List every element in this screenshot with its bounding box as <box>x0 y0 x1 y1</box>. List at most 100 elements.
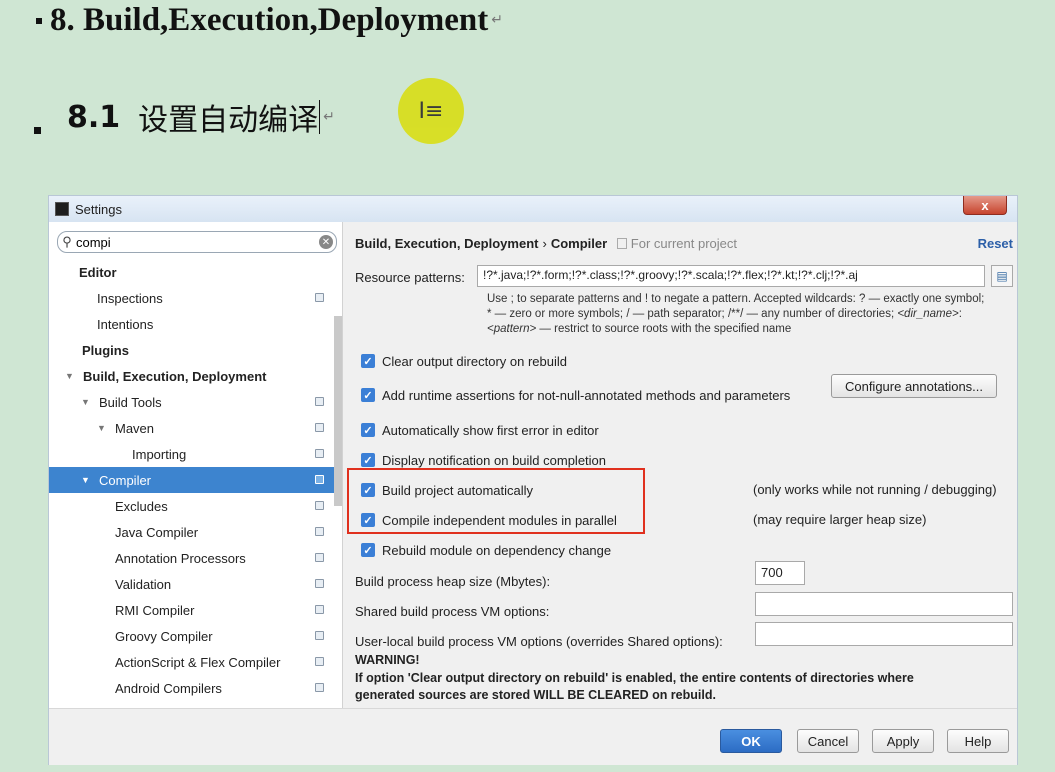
project-settings-icon <box>315 527 324 536</box>
slide-title-text: 8. Build,Execution,Deployment <box>50 2 489 38</box>
tree-item-label: Validation <box>115 576 172 592</box>
runtime-assertions-checkbox[interactable]: ✓ Add runtime assertions for not-null-ann… <box>361 385 790 405</box>
warning-text: If option 'Clear output directory on reb… <box>355 670 914 685</box>
configure-annotations-button[interactable]: Configure annotations... <box>831 374 997 398</box>
warning-text: generated sources are stored WILL BE CLE… <box>355 688 716 702</box>
checkbox-checked-icon[interactable]: ✓ <box>361 388 375 402</box>
hint-line: Use ; to separate patterns and ! to nega… <box>487 293 985 305</box>
heap-size-label: Build process heap size (Mbytes): <box>355 574 551 589</box>
project-settings-icon <box>315 449 324 458</box>
tree-item-label: Build Tools <box>99 394 162 410</box>
show-first-error-checkbox[interactable]: ✓ Automatically show first error in edito… <box>361 420 599 440</box>
checkbox-checked-icon[interactable]: ✓ <box>361 453 375 467</box>
checkbox-label: Automatically show first error in editor <box>382 422 599 438</box>
checkbox-checked-icon[interactable]: ✓ <box>361 543 375 557</box>
resource-patterns-hint: Use ; to separate patterns and ! to nega… <box>487 292 1017 337</box>
tree-item-label: Annotation Processors <box>115 550 246 566</box>
tree-item[interactable]: Annotation Processors <box>49 545 342 571</box>
bullet-marker <box>36 17 42 24</box>
heap-size-input[interactable]: 700 <box>755 561 805 585</box>
checkbox-label: Display notification on build completion <box>382 452 607 468</box>
subtitle-text: 设置自动编译 <box>138 103 319 138</box>
tree-item[interactable]: Plugins <box>49 337 342 363</box>
expand-arrow-icon[interactable]: ▼ <box>97 423 109 433</box>
hint-text: : <box>958 308 962 320</box>
tree-item[interactable]: RMI Compiler <box>49 597 342 623</box>
tree-item[interactable]: Importing <box>49 441 342 467</box>
text-caret <box>319 100 321 134</box>
breadcrumb-item-current: Compiler <box>550 236 608 251</box>
tree-item[interactable]: ▼ Compiler <box>49 467 342 493</box>
breadcrumb: Build, Execution, Deployment › Compiler Fo… <box>355 236 737 251</box>
build-auto-note: (only works while not running / debuggin… <box>753 482 997 497</box>
search-icon: ⚲ <box>62 234 72 249</box>
tree-item[interactable]: Android Compilers <box>49 675 342 701</box>
settings-search[interactable]: ⚲ ✕ <box>57 231 337 253</box>
tree-item[interactable]: Validation <box>49 571 342 597</box>
tree-item[interactable]: Editor <box>49 259 342 285</box>
project-settings-icon <box>315 631 324 640</box>
expand-arrow-icon[interactable]: ▼ <box>81 397 93 407</box>
hint-line: * — zero or more symbols; / — path separ… <box>487 307 1017 322</box>
expand-arrow-icon[interactable]: ▼ <box>65 371 77 381</box>
project-settings-icon <box>315 553 324 562</box>
clear-output-checkbox[interactable]: ✓ Clear output directory on rebuild <box>361 351 567 371</box>
rebuild-warning: WARNING! If option 'Clear output directo… <box>355 652 995 705</box>
tree-item[interactable]: Kotlin Compiler <box>49 701 342 709</box>
compiler-settings-panel: Build, Execution, Deployment › Compiler Fo… <box>353 222 1017 708</box>
cancel-button[interactable]: Cancel <box>797 729 859 753</box>
shared-vm-options-input[interactable] <box>755 592 1013 616</box>
tree-item-label: Maven <box>115 420 155 436</box>
rebuild-on-dependency-checkbox[interactable]: ✓ Rebuild module on dependency change <box>361 540 611 560</box>
checkbox-label: Clear output directory on rebuild <box>382 353 567 369</box>
close-button[interactable]: x <box>963 196 1007 215</box>
tree-item[interactable]: ▼ Build Tools <box>49 389 342 415</box>
tree-item-label: Android Compilers <box>115 680 222 696</box>
parallel-note: (may require larger heap size) <box>753 512 927 527</box>
sidebar-scrollbar[interactable] <box>334 316 342 506</box>
hint-text: — restrict to source roots with the spec… <box>536 323 792 335</box>
tree-item[interactable]: Intentions <box>49 311 342 337</box>
tree-item[interactable]: ▼ Maven <box>49 415 342 441</box>
breadcrumb-item: Build, Execution, Deployment <box>355 236 539 251</box>
settings-dialog: Settings x ⚲ ✕ Editor Inspections Intentio… <box>48 195 1018 765</box>
paragraph-mark-icon: ↵ <box>323 109 335 125</box>
tree-item[interactable]: Inspections <box>49 285 342 311</box>
apply-button[interactable]: Apply <box>872 729 934 753</box>
reset-link[interactable]: Reset <box>978 236 1013 251</box>
tree-item[interactable]: ▼ Build, Execution, Deployment <box>49 363 342 389</box>
tree-item[interactable]: Groovy Compiler <box>49 623 342 649</box>
tree-item[interactable]: Excludes <box>49 493 342 519</box>
project-settings-icon <box>315 579 324 588</box>
checkbox-checked-icon[interactable]: ✓ <box>361 354 375 368</box>
user-vm-options-input[interactable] <box>755 622 1013 646</box>
help-button[interactable]: Help <box>947 729 1009 753</box>
project-settings-icon <box>315 423 324 432</box>
tree-item-label: Editor <box>79 264 117 280</box>
expand-field-icon[interactable]: ▤ <box>991 265 1013 287</box>
scope-label: For current project <box>616 236 737 251</box>
title-bar[interactable]: Settings x <box>49 196 1017 222</box>
tree-item[interactable]: Java Compiler <box>49 519 342 545</box>
resource-patterns-input[interactable]: !?*.java;!?*.form;!?*.class;!?*.groovy;!… <box>477 265 985 287</box>
clear-search-icon[interactable]: ✕ <box>319 235 333 249</box>
project-settings-icon <box>315 397 324 406</box>
hint-italic: <dir_name> <box>897 308 959 320</box>
tree-item[interactable]: ActionScript & Flex Compiler <box>49 649 342 675</box>
project-scope-icon <box>616 238 627 249</box>
project-settings-icon <box>315 657 324 666</box>
hint-italic: <pattern> <box>487 323 537 335</box>
build-notification-checkbox[interactable]: ✓ Display notification on build completio… <box>361 450 606 470</box>
checkbox-checked-icon[interactable]: ✓ <box>361 423 375 437</box>
project-settings-icon <box>315 475 324 484</box>
tree-item-label: Importing <box>132 446 187 462</box>
tree-item-label: Intentions <box>97 316 154 332</box>
tree-item-label: Compiler <box>99 472 152 488</box>
search-input[interactable] <box>76 234 319 250</box>
breadcrumb-separator: › <box>542 236 547 251</box>
slide-subtitle: 8.1 设置自动编译 ↵ <box>34 95 335 139</box>
ok-button[interactable]: OK <box>720 729 782 753</box>
shared-vm-options-label: Shared build process VM options: <box>355 604 550 619</box>
checkbox-label: Add runtime assertions for not-null-anno… <box>382 387 791 403</box>
expand-arrow-icon[interactable]: ▼ <box>81 475 93 485</box>
